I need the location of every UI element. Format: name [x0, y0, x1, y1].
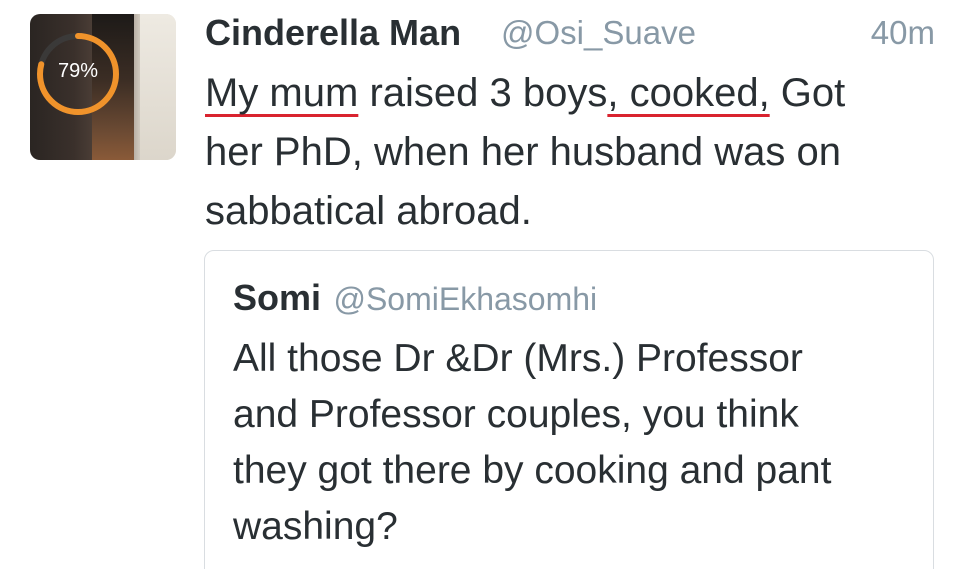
tweet-text-line-1: My mum raised 3 boys, cooked, Got	[205, 64, 925, 123]
tweet-text-segment: Got	[769, 71, 846, 115]
underlined-phrase-cooked: , cooked,	[607, 71, 770, 115]
quoted-tweet[interactable]: Somi @SomiEkhasomhi All those Dr &Dr (Mr…	[204, 250, 934, 569]
quoted-display-name[interactable]: Somi	[233, 277, 321, 318]
timestamp[interactable]: 40m	[871, 14, 935, 52]
quoted-tweet-header: Somi @SomiEkhasomhi	[233, 277, 597, 319]
display-name[interactable]: Cinderella Man	[205, 12, 461, 54]
quoted-text-line-3: they got there by cooking and pant	[233, 449, 832, 492]
progress-label: 79%	[57, 60, 99, 82]
tweet-text-line-2: her PhD, when her husband was on	[205, 130, 841, 174]
tweet-header: Cinderella Man @Osi_Suave 40m	[205, 8, 935, 64]
tweet-text: My mum raised 3 boys, cooked, Got her Ph…	[205, 64, 925, 241]
username[interactable]: @Osi_Suave	[501, 14, 696, 52]
quoted-text-line-4: washing?	[233, 505, 398, 548]
quoted-tweet-text: All those Dr &Dr (Mrs.) Professor and Pr…	[233, 331, 913, 555]
tweet-card[interactable]: 79% Cinderella Man @Osi_Suave 40m My mum…	[0, 0, 962, 569]
avatar-photo-wall	[140, 14, 176, 160]
quoted-text-line-2: and Professor couples, you think	[233, 393, 799, 436]
avatar[interactable]: 79%	[30, 14, 176, 160]
quoted-text-line-1: All those Dr &Dr (Mrs.) Professor	[233, 337, 803, 380]
quoted-username[interactable]: @SomiEkhasomhi	[333, 281, 597, 317]
underlined-phrase-my-mum: My mum	[205, 71, 359, 115]
tweet-text-segment: raised 3 boys	[358, 71, 608, 115]
tweet-text-line-3: sabbatical abroad.	[205, 189, 532, 233]
